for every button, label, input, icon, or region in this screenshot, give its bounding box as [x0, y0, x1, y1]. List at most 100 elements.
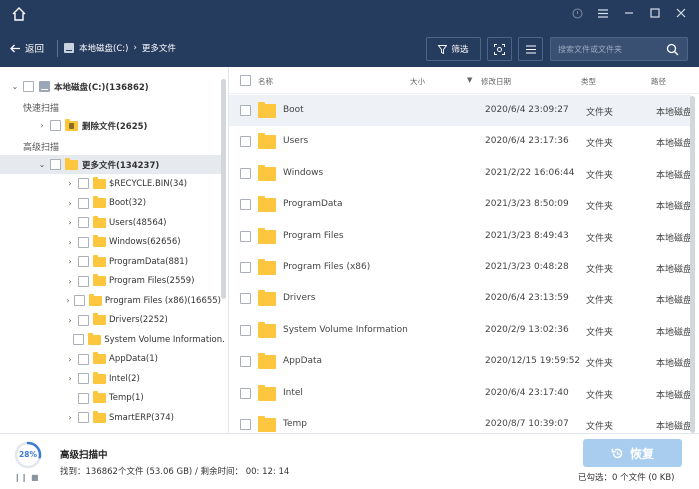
- tree-item[interactable]: › Intel(2): [0, 369, 221, 388]
- folder-icon: [258, 102, 276, 118]
- row-checkbox[interactable]: [240, 136, 251, 148]
- row-checkbox[interactable]: [240, 293, 251, 305]
- checkbox[interactable]: [50, 159, 61, 170]
- tree-item[interactable]: › AppData(1): [0, 350, 221, 369]
- back-button[interactable]: 返回: [10, 41, 44, 55]
- tree-item-root[interactable]: ⌄ 本地磁盘(C:)(136862): [0, 77, 221, 96]
- chevron-right-icon[interactable]: ›: [66, 374, 74, 383]
- checkbox[interactable]: [78, 275, 89, 287]
- home-icon[interactable]: [11, 6, 27, 22]
- chevron-right-icon[interactable]: ›: [38, 121, 46, 130]
- row-checkbox[interactable]: [240, 387, 251, 399]
- arrow-left-icon: [10, 44, 20, 52]
- tree-item[interactable]: › SmartERP(374): [0, 408, 221, 427]
- tree-item[interactable]: › Drivers(2252): [0, 311, 221, 330]
- checkbox[interactable]: [78, 353, 89, 365]
- checkbox[interactable]: [78, 314, 89, 326]
- tree-item[interactable]: › Program Files(2559): [0, 272, 221, 291]
- row-checkbox[interactable]: [240, 230, 251, 242]
- breadcrumb-current[interactable]: 更多文件: [142, 42, 176, 54]
- chevron-right-icon[interactable]: ›: [66, 238, 74, 247]
- tree-item[interactable]: › Users(48564): [0, 213, 221, 232]
- table-row[interactable]: AppData 2020/12/15 19:59:52 文件夹 本地磁盘: [229, 346, 692, 377]
- tree-item[interactable]: ›Temp(1): [0, 389, 221, 408]
- column-path[interactable]: 路径: [651, 76, 666, 87]
- chevron-right-icon[interactable]: ›: [66, 257, 74, 266]
- checkbox[interactable]: [78, 236, 89, 248]
- row-checkbox[interactable]: [240, 262, 251, 273]
- folder-icon: [88, 293, 102, 306]
- cell-name: Windows: [283, 167, 324, 178]
- chevron-right-icon[interactable]: ›: [66, 355, 74, 364]
- folder-icon: [93, 215, 106, 228]
- chevron-right-icon[interactable]: ›: [66, 179, 74, 188]
- tree-item[interactable]: › Boot(32): [0, 194, 221, 213]
- close-icon[interactable]: [675, 7, 687, 19]
- tree-item[interactable]: › Windows(62656): [0, 233, 221, 252]
- table-row[interactable]: Users 2020/6/4 23:17:36 文件夹 本地磁盘: [229, 126, 692, 157]
- chevron-right-icon[interactable]: ›: [66, 277, 74, 286]
- table-row[interactable]: Windows 2021/2/22 16:06:44 文件夹 本地磁盘: [229, 158, 692, 189]
- checkbox[interactable]: [78, 373, 89, 384]
- row-checkbox[interactable]: [240, 356, 251, 368]
- minimize-icon[interactable]: [623, 7, 635, 19]
- list-view-button[interactable]: [518, 37, 543, 61]
- row-checkbox[interactable]: [240, 419, 251, 430]
- checkbox[interactable]: [78, 256, 89, 267]
- tree-item-deleted[interactable]: › 删除文件(2625): [0, 116, 221, 135]
- divider: [57, 40, 58, 57]
- checkbox[interactable]: [78, 392, 89, 404]
- tree-item[interactable]: › Program Files (x86)(16655): [0, 291, 221, 310]
- select-all-checkbox[interactable]: [240, 75, 251, 86]
- chevron-right-icon[interactable]: ›: [66, 413, 74, 422]
- column-size[interactable]: 大小: [410, 76, 425, 87]
- column-name[interactable]: 名称: [258, 76, 273, 87]
- row-checkbox[interactable]: [240, 105, 251, 116]
- preview-button[interactable]: [487, 37, 512, 61]
- chevron-right-icon[interactable]: ›: [66, 199, 74, 208]
- table-scrollbar[interactable]: [690, 96, 695, 433]
- menu-icon[interactable]: [597, 7, 609, 19]
- row-checkbox[interactable]: [240, 167, 251, 179]
- filter-button[interactable]: 筛选: [426, 37, 481, 61]
- table-row[interactable]: Temp 2020/8/7 10:39:07 文件夹 本地磁盘: [229, 409, 692, 433]
- chevron-right-icon[interactable]: ›: [66, 296, 70, 305]
- checkbox[interactable]: [73, 334, 85, 345]
- checkbox[interactable]: [50, 120, 61, 131]
- table-row[interactable]: Boot 2020/6/4 23:09:27 文件夹 本地磁盘: [229, 95, 692, 126]
- table-row[interactable]: ProgramData 2021/3/23 8:50:09 文件夹 本地磁盘: [229, 189, 692, 220]
- tree-item[interactable]: › $RECYCLE.BIN(34): [0, 174, 221, 193]
- pause-icon[interactable]: ❙❙: [14, 473, 27, 482]
- chevron-down-icon[interactable]: ⌄: [11, 82, 19, 91]
- sidebar-scrollbar[interactable]: [221, 79, 226, 299]
- checkbox[interactable]: [78, 217, 89, 228]
- row-checkbox[interactable]: [240, 324, 251, 336]
- tree-item-more-files[interactable]: ⌄ 更多文件(134237): [0, 155, 221, 174]
- checkbox[interactable]: [78, 412, 89, 423]
- chevron-right-icon[interactable]: ›: [66, 316, 74, 325]
- checkbox[interactable]: [73, 295, 85, 306]
- tree-item[interactable]: ›System Volume Information.: [0, 330, 225, 349]
- table-row[interactable]: Program Files (x86) 2021/3/23 0:48:28 文件夹 本…: [229, 252, 692, 283]
- sort-desc-icon[interactable]: ▼: [467, 76, 472, 84]
- stop-icon[interactable]: ■: [31, 473, 39, 482]
- maximize-icon[interactable]: [649, 7, 661, 19]
- search-input[interactable]: [558, 43, 668, 56]
- checkbox[interactable]: [78, 178, 89, 189]
- column-modified[interactable]: 修改日期: [481, 76, 511, 87]
- table-row[interactable]: System Volume Information 2020/2/9 13:02:…: [229, 315, 692, 346]
- checkbox[interactable]: [78, 197, 89, 209]
- row-checkbox[interactable]: [240, 199, 251, 211]
- chevron-down-icon[interactable]: ⌄: [38, 160, 46, 169]
- table-row[interactable]: Drivers 2020/6/4 23:13:59 文件夹 本地磁盘: [229, 283, 692, 314]
- search-icon[interactable]: [666, 43, 679, 56]
- breadcrumb-drive[interactable]: 本地磁盘(C:): [79, 42, 128, 54]
- column-type[interactable]: 类型: [581, 76, 596, 87]
- tree-item[interactable]: › ProgramData(881): [0, 252, 221, 271]
- table-row[interactable]: Program Files 2021/3/23 8:49:43 文件夹 本地磁盘: [229, 221, 692, 252]
- recover-button[interactable]: 恢复: [583, 439, 682, 467]
- table-row[interactable]: Intel 2020/6/4 23:17:40 文件夹 本地磁盘: [229, 378, 692, 409]
- chevron-right-icon[interactable]: ›: [66, 218, 74, 227]
- feedback-icon[interactable]: [571, 7, 583, 19]
- checkbox[interactable]: [23, 81, 34, 92]
